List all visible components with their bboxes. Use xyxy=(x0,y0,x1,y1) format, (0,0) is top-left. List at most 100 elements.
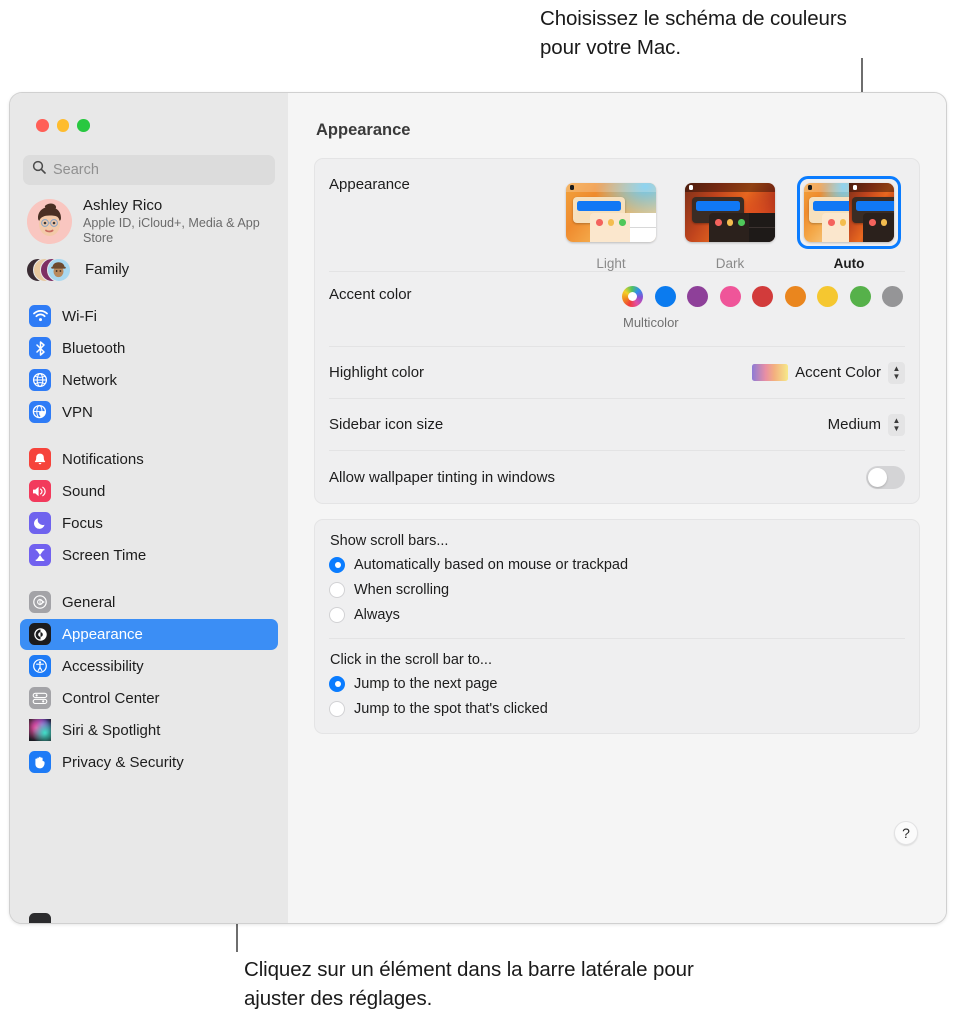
sidebar-item-notifications[interactable]: Notifications xyxy=(20,444,278,475)
zoom-button[interactable] xyxy=(77,119,90,132)
sidebar-item-family[interactable]: Family xyxy=(20,249,278,283)
minimize-button[interactable] xyxy=(56,119,69,132)
appearance-option-light[interactable]: Light xyxy=(559,176,663,271)
accent-color-row: Accent color Multicolor xyxy=(329,272,905,347)
appearance-contrast-icon xyxy=(29,623,51,646)
appearance-option-auto[interactable]: Auto xyxy=(797,176,901,271)
chevron-up-down-icon: ▲ ▼ xyxy=(888,361,905,384)
sidebar-item-network-label: Network xyxy=(62,371,118,389)
sidebar-item-focus[interactable]: Focus xyxy=(20,508,278,539)
sidebar-group-personalization: General Appearance Accessibility Control… xyxy=(20,587,278,778)
window-controls xyxy=(20,93,278,132)
search-placeholder: Search xyxy=(53,161,99,178)
sidebar-item-screen-time-label: Screen Time xyxy=(62,546,147,564)
avatar xyxy=(27,199,72,244)
sidebar-item-sound[interactable]: Sound xyxy=(20,476,278,507)
radio-jump-to-spot-label: Jump to the spot that's clicked xyxy=(354,700,548,717)
chevron-up-down-icon: ▲ ▼ xyxy=(888,413,905,436)
accent-swatch-red[interactable] xyxy=(752,286,773,307)
radio-jump-next-page[interactable]: Jump to the next page xyxy=(329,671,905,696)
toggle-knob xyxy=(868,467,887,487)
accent-swatch-graphite[interactable] xyxy=(882,286,903,307)
page-title: Appearance xyxy=(316,121,411,139)
sound-speaker-icon xyxy=(29,480,51,503)
wallpaper-tinting-row: Allow wallpaper tinting in windows xyxy=(329,451,905,503)
radio-show-scroll-automatically-label: Automatically based on mouse or trackpad xyxy=(354,556,629,573)
callout-top-text: Choisissez le schéma de couleurs pour vo… xyxy=(540,7,847,59)
appearance-option-dark-label: Dark xyxy=(715,256,745,271)
sidebar-group-connectivity: Wi-Fi Bluetooth Network VPN xyxy=(20,301,278,428)
sidebar-item-bluetooth[interactable]: Bluetooth xyxy=(20,333,278,364)
sidebar-group-system: Notifications Sound Focus Screen Time xyxy=(20,444,278,571)
appearance-option-auto-label: Auto xyxy=(833,256,865,271)
show-scroll-bars-title: Show scroll bars... xyxy=(330,533,449,549)
accent-swatch-green[interactable] xyxy=(849,286,871,307)
sidebar-item-general-label: General xyxy=(62,593,116,611)
accent-color-picker: Multicolor xyxy=(622,286,905,330)
sidebar-item-screen-time[interactable]: Screen Time xyxy=(20,540,278,571)
highlight-color-label: Highlight color xyxy=(329,364,425,381)
accent-color-caption: Multicolor xyxy=(623,315,679,330)
account-text: Ashley Rico Apple ID, iCloud+, Media & A… xyxy=(83,197,261,247)
auto-appearance-preview xyxy=(804,183,894,242)
sidebar-item-privacy-and-security[interactable]: Privacy & Security xyxy=(20,747,278,778)
siri-orb-icon xyxy=(29,719,51,742)
radio-jump-to-spot[interactable]: Jump to the spot that's clicked xyxy=(329,696,905,721)
appearance-settings-card: Appearance Light Dark Auto Accent color … xyxy=(314,158,920,504)
highlight-color-value: Accent Color xyxy=(795,364,881,381)
search-input[interactable]: Search xyxy=(23,154,275,185)
network-globe-icon xyxy=(29,369,51,392)
family-avatars-icon xyxy=(26,257,76,283)
privacy-hand-icon xyxy=(29,751,51,774)
radio-show-scroll-automatically[interactable]: Automatically based on mouse or trackpad xyxy=(329,552,905,577)
radio-show-scroll-when-scrolling[interactable]: When scrolling xyxy=(329,577,905,602)
sidebar-item-siri-and-spotlight[interactable]: Siri & Spotlight xyxy=(20,715,278,746)
accent-swatch-orange[interactable] xyxy=(784,286,806,307)
sidebar-icon-size-row: Sidebar icon size Medium ▲ ▼ xyxy=(329,399,905,451)
accent-swatch-blue[interactable] xyxy=(654,286,676,307)
sidebar-item-focus-label: Focus xyxy=(62,514,103,532)
accent-swatch-pink[interactable] xyxy=(719,286,741,307)
sidebar-item-network[interactable]: Network xyxy=(20,365,278,396)
help-button[interactable]: ? xyxy=(894,821,918,845)
radio-button xyxy=(329,606,345,623)
search-icon xyxy=(32,160,46,179)
sidebar-item-wi-fi[interactable]: Wi-Fi xyxy=(20,301,278,332)
wallpaper-tinting-toggle[interactable] xyxy=(866,465,905,489)
sidebar-item-partial-below-fold[interactable] xyxy=(29,913,51,923)
sidebar-item-vpn[interactable]: VPN xyxy=(20,397,278,428)
accent-swatch-yellow[interactable] xyxy=(817,286,838,307)
notifications-bell-icon xyxy=(29,448,51,471)
sidebar-item-general[interactable]: General xyxy=(20,587,278,618)
accent-swatch-multicolor[interactable] xyxy=(622,286,643,307)
radio-button xyxy=(329,700,345,717)
radio-button-selected xyxy=(329,675,345,692)
radio-show-scroll-always[interactable]: Always xyxy=(329,602,905,627)
radio-show-scroll-always-label: Always xyxy=(354,606,400,623)
appearance-option-light-frame xyxy=(559,176,663,249)
control-center-sliders-icon xyxy=(29,687,51,710)
radio-button xyxy=(329,581,345,598)
accent-swatch-purple[interactable] xyxy=(687,286,708,307)
close-button[interactable] xyxy=(36,119,49,132)
click-scroll-bar-title: Click in the scroll bar to... xyxy=(330,652,492,668)
sidebar-item-wi-fi-label: Wi-Fi xyxy=(62,307,97,325)
sidebar-item-control-center[interactable]: Control Center xyxy=(20,683,278,714)
sidebar-item-accessibility[interactable]: Accessibility xyxy=(20,651,278,682)
appearance-row: Appearance Light Dark Auto xyxy=(329,159,905,272)
accent-swatches xyxy=(622,286,905,307)
wallpaper-tinting-label: Allow wallpaper tinting in windows xyxy=(329,468,555,486)
system-settings-window: Search Ashley Rico Apple ID, iCloud+, Me… xyxy=(9,92,947,924)
sidebar-item-family-label: Family xyxy=(85,261,130,279)
appearance-option-dark[interactable]: Dark xyxy=(678,176,782,271)
sidebar-item-siri-and-spotlight-label: Siri & Spotlight xyxy=(62,721,161,739)
sidebar-icon-size-popup-button[interactable]: Medium ▲ ▼ xyxy=(828,413,905,436)
sidebar: Search Ashley Rico Apple ID, iCloud+, Me… xyxy=(10,93,288,923)
highlight-color-popup-button[interactable]: Accent Color ▲ ▼ xyxy=(752,361,905,384)
sidebar-item-notifications-label: Notifications xyxy=(62,450,144,468)
light-appearance-preview xyxy=(566,183,656,242)
sidebar-item-apple-account[interactable]: Ashley Rico Apple ID, iCloud+, Media & A… xyxy=(20,185,278,249)
sidebar-item-appearance[interactable]: Appearance xyxy=(20,618,278,650)
appearance-label: Appearance xyxy=(329,176,410,193)
accent-color-label: Accent color xyxy=(329,286,412,303)
